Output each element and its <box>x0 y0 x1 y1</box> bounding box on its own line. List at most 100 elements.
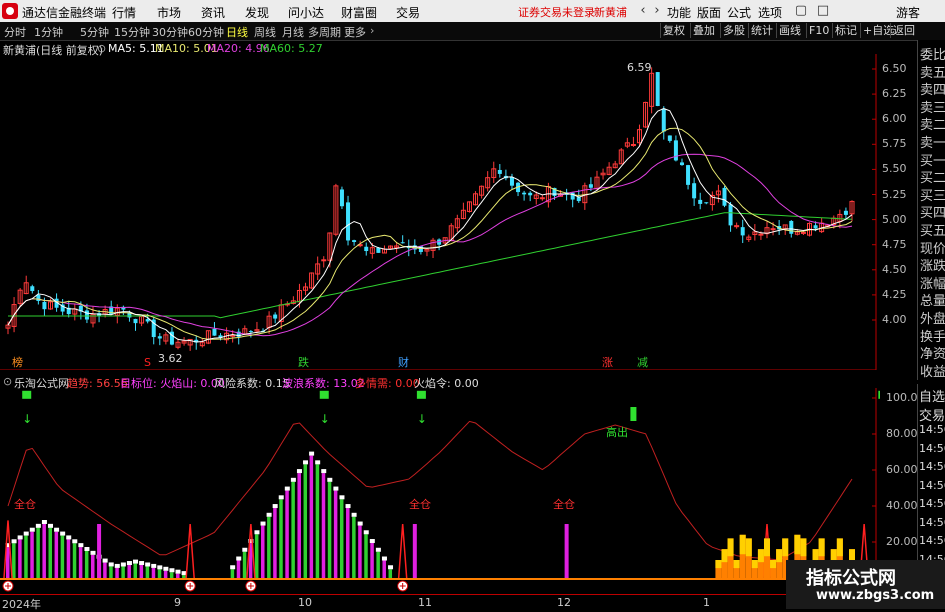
side-panel-item[interactable]: 净资 <box>920 343 945 362</box>
menu-shichang[interactable]: 市场 <box>157 4 181 21</box>
candle-body <box>692 183 697 199</box>
menu-gongshi[interactable]: 公式 <box>727 4 751 21</box>
login-notice[interactable]: 证券交易未登录 <box>518 4 595 20</box>
histogram-bar <box>121 566 125 578</box>
flame-top <box>818 538 825 557</box>
tab-15min[interactable]: 15分钟 <box>114 24 150 40</box>
btn-tongji[interactable]: 统计 <box>748 23 775 38</box>
ma5-line <box>7 108 853 343</box>
candle-body <box>686 165 691 185</box>
side-panel-item[interactable]: 卖五 <box>920 62 945 81</box>
side-panel-item[interactable]: 买四 <box>920 202 945 221</box>
side-panel-item[interactable]: 外盘 <box>920 308 945 327</box>
candle-body <box>722 187 727 206</box>
candle-body <box>400 242 405 244</box>
minimize-icon[interactable]: □ <box>812 0 834 22</box>
side-panel-item[interactable]: 总量 <box>920 290 945 309</box>
histogram-cap <box>309 451 315 456</box>
menu-gongneng[interactable]: 功能 <box>667 4 691 21</box>
btn-fanhui[interactable]: 返回 <box>890 23 917 38</box>
side-panel-item[interactable]: 涨幅 <box>920 273 945 292</box>
side-panel-item[interactable]: 买三 <box>920 185 945 204</box>
candle-body <box>588 184 593 188</box>
histogram-bar <box>382 560 386 578</box>
menu-caifuquan[interactable]: 财富圈 <box>341 4 377 21</box>
flame-top <box>721 549 728 563</box>
menu-banmian[interactable]: 版面 <box>697 4 721 21</box>
quote-side-panel: 委比 卖五 卖四 卖三 卖二 卖一 买一 买二 买三 买四 买五 现价 涨跌 涨幅 总量 外盘 换手 净资 收益 <box>917 40 945 380</box>
btn-diejia[interactable]: 叠加 <box>690 23 717 38</box>
indicator-chart[interactable]: ↓ ↓ ↓ ↓ 全仓 全仓 全仓 高出 <box>0 388 880 594</box>
tab-30min[interactable]: 30分钟 <box>152 24 188 40</box>
menu-jiaoyi[interactable]: 交易 <box>396 4 420 21</box>
histogram-cap <box>84 547 90 551</box>
event-marker: 跌 <box>298 355 309 369</box>
menu-zixun[interactable]: 资讯 <box>201 4 225 21</box>
btn-huaxian[interactable]: 画线 <box>776 23 803 38</box>
btn-duogu[interactable]: 多股 <box>720 23 747 38</box>
histogram-cap <box>254 530 260 535</box>
user-guest[interactable]: 游客 <box>896 4 920 21</box>
histogram-cap <box>133 559 139 564</box>
menu-xuanxiang[interactable]: 选项 <box>758 4 782 21</box>
tab-1min[interactable]: 1分钟 <box>34 24 63 40</box>
window-icon[interactable]: ▢ <box>790 0 812 22</box>
menu-wenxiaoda[interactable]: 问小达 <box>288 4 324 21</box>
histogram-cap <box>48 523 54 528</box>
side-panel-item[interactable]: 收益 <box>920 361 945 380</box>
side-panel-item[interactable]: 现价 <box>920 238 945 257</box>
time-label: 14:56 <box>919 423 945 436</box>
histogram-bar <box>352 516 356 578</box>
high-signal <box>630 407 637 421</box>
tab-multi-period[interactable]: 多周期 <box>308 24 341 40</box>
btn-biaoji[interactable]: 标记 <box>832 23 859 38</box>
histogram-cap <box>230 565 236 570</box>
side-panel-item[interactable]: 卖一 <box>920 132 945 151</box>
side-panel-item[interactable]: 换手 <box>920 326 945 345</box>
side-panel-item[interactable]: 买五 <box>920 220 945 239</box>
tab-daily[interactable]: 日线 <box>226 24 248 40</box>
tab-weekly[interactable]: 周线 <box>254 24 276 40</box>
side-panel-item[interactable]: 卖三 <box>920 97 945 116</box>
signal-spike <box>185 523 195 579</box>
btn-fuquan[interactable]: 复权 <box>660 23 687 38</box>
histogram-bar <box>230 569 235 578</box>
event-marker: 财 <box>398 355 409 369</box>
candlestick-chart[interactable]: 6.59 3.62 榜 S 跌 财 涨 减 <box>0 54 880 370</box>
side-panel-item[interactable]: 委比 <box>920 44 945 63</box>
tab-more[interactable]: 更多 <box>344 24 366 40</box>
tab-60min[interactable]: 60分钟 <box>188 24 224 40</box>
position-bar <box>412 524 417 578</box>
candle-body <box>497 169 502 174</box>
menu-hangqing[interactable]: 行情 <box>112 4 136 21</box>
tab-monthly[interactable]: 月线 <box>282 24 304 40</box>
side-panel-item[interactable]: 涨跌 <box>920 255 945 274</box>
side-panel-item[interactable]: 卖二 <box>920 114 945 133</box>
histogram-bar <box>72 543 77 578</box>
histogram-cap <box>321 469 327 474</box>
candle-body <box>273 314 278 319</box>
side-panel-item[interactable]: 买二 <box>920 167 945 186</box>
tab-fenshi[interactable]: 分时 <box>4 24 26 40</box>
histogram-bar <box>84 551 89 578</box>
btn-f10[interactable]: F10 <box>806 23 831 38</box>
candle-body <box>248 331 253 333</box>
menu-faxian[interactable]: 发现 <box>245 4 269 21</box>
histogram-bar <box>358 525 362 578</box>
side-jiaoyi[interactable]: 交易 <box>919 405 945 424</box>
histogram-cap <box>157 565 163 570</box>
indicator-settings-icon[interactable]: ⊙ <box>3 375 12 388</box>
side-zixuan[interactable]: 自选 <box>919 386 945 405</box>
side-panel-item[interactable]: 卖四 <box>920 79 945 98</box>
tab-5min[interactable]: 5分钟 <box>80 24 109 40</box>
forward-icon[interactable]: › <box>646 0 668 22</box>
histogram-bar <box>321 473 326 578</box>
histogram-cap <box>35 523 41 528</box>
histogram-cap <box>17 535 23 540</box>
flame-top <box>739 534 746 555</box>
side-panel-item[interactable]: 买一 <box>920 150 945 169</box>
histogram-cap <box>388 565 394 570</box>
chevron-right-icon[interactable]: › <box>370 24 374 37</box>
menu-bar: 通达信金融终端 行情 市场 资讯 发现 问小达 财富圈 交易 证券交易未登录 新… <box>0 0 945 22</box>
histogram-cap <box>351 512 357 517</box>
